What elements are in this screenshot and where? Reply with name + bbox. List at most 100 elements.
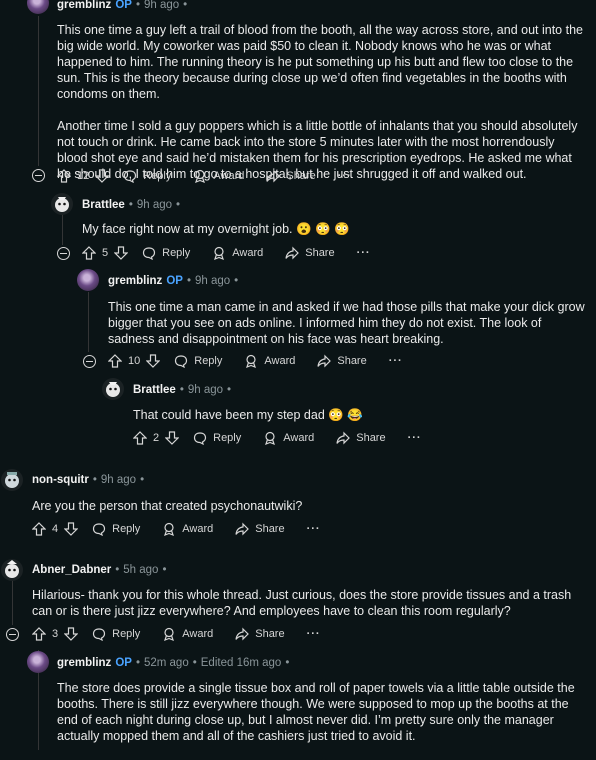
downvote-icon[interactable] <box>95 169 110 183</box>
timestamp[interactable]: 9h ago <box>101 474 136 486</box>
downvote-icon[interactable] <box>165 431 180 445</box>
author-name[interactable]: Brattlee <box>82 199 125 211</box>
snoo-avatar-icon <box>55 197 69 212</box>
share-icon <box>317 354 332 368</box>
more-options-button[interactable]: ··· <box>389 355 403 367</box>
timestamp[interactable]: 9h ago <box>188 384 223 396</box>
edited-label: Edited 16m ago <box>200 657 282 669</box>
vote-control: 5 <box>82 246 129 260</box>
award-button[interactable]: Award <box>162 627 213 641</box>
award-icon <box>164 627 175 641</box>
upvote-icon[interactable] <box>133 431 147 445</box>
comment-meta: Brattlee • 9h ago • <box>133 384 232 396</box>
author-name[interactable]: gremblinz <box>108 275 162 287</box>
comment-actions: 4 Reply Award Share ··· <box>32 519 321 539</box>
collapse-thread-button[interactable] <box>32 169 45 182</box>
timestamp[interactable]: 5h ago <box>123 564 158 576</box>
comment-actions: 5 Reply Award Share ··· <box>82 243 371 263</box>
vote-count: 10 <box>128 355 141 367</box>
reply-button[interactable]: Reply <box>92 627 140 641</box>
thread-line <box>12 580 13 625</box>
award-button[interactable]: Award <box>193 169 244 183</box>
award-icon <box>195 169 206 183</box>
avatar[interactable] <box>27 0 49 14</box>
more-options-button[interactable]: ··· <box>307 523 321 535</box>
upvote-icon[interactable] <box>108 354 122 368</box>
reply-button[interactable]: Reply <box>174 354 222 368</box>
collapse-thread-button[interactable] <box>83 355 96 368</box>
downvote-icon[interactable] <box>64 522 79 536</box>
vote-control: 4 <box>32 522 79 536</box>
author-name[interactable]: Abner_Dabner <box>32 564 111 576</box>
share-icon <box>336 431 351 445</box>
downvote-icon[interactable] <box>114 246 129 260</box>
avatar[interactable] <box>51 193 73 215</box>
award-icon <box>246 354 257 368</box>
author-name[interactable]: Brattlee <box>133 384 176 396</box>
vote-count: 12 <box>77 170 90 182</box>
timestamp[interactable]: 9h ago <box>137 199 172 211</box>
more-options-button[interactable]: ··· <box>307 628 321 640</box>
reply-button[interactable]: Reply <box>193 431 241 445</box>
vote-control: 2 <box>133 431 180 445</box>
vote-count: 5 <box>102 247 109 259</box>
more-options-button[interactable]: ··· <box>408 432 422 444</box>
share-button[interactable]: Share <box>235 522 285 536</box>
share-icon <box>285 246 300 260</box>
snoo-avatar-icon <box>106 382 120 397</box>
author-name[interactable]: gremblinz <box>57 657 111 669</box>
award-button[interactable]: Award <box>162 522 213 536</box>
reply-button[interactable]: Reply <box>123 169 171 183</box>
reply-icon <box>93 628 106 641</box>
reply-icon <box>143 247 156 260</box>
collapse-thread-button[interactable] <box>6 628 19 641</box>
comment-actions: 10 Reply Award Share ··· <box>108 351 403 371</box>
op-badge: OP <box>115 657 132 669</box>
more-options-button[interactable]: ··· <box>338 170 352 182</box>
avatar[interactable] <box>77 269 99 291</box>
award-button[interactable]: Award <box>244 354 295 368</box>
more-options-button[interactable]: ··· <box>357 247 371 259</box>
reply-icon <box>194 432 207 445</box>
share-icon <box>266 169 281 183</box>
reply-button[interactable]: Reply <box>92 522 140 536</box>
author-name[interactable]: non-squitr <box>32 474 89 486</box>
reply-button[interactable]: Reply <box>142 246 190 260</box>
share-button[interactable]: Share <box>235 627 285 641</box>
share-button[interactable]: Share <box>266 169 316 183</box>
op-badge: OP <box>115 0 132 11</box>
collapse-thread-button[interactable] <box>57 247 70 260</box>
avatar[interactable] <box>1 559 23 581</box>
share-button[interactable]: Share <box>317 354 367 368</box>
upvote-icon[interactable] <box>57 169 71 183</box>
share-button[interactable]: Share <box>336 431 386 445</box>
avatar[interactable] <box>1 469 23 491</box>
award-button[interactable]: Award <box>212 246 263 260</box>
reply-icon <box>175 355 188 368</box>
avatar[interactable] <box>102 378 124 400</box>
avatar[interactable] <box>27 651 49 673</box>
comment-meta: gremblinz OP • 52m ago • Edited 16m ago … <box>57 657 290 669</box>
timestamp[interactable]: 52m ago <box>144 657 189 669</box>
share-button[interactable]: Share <box>285 246 335 260</box>
vote-control: 3 <box>32 627 79 641</box>
downvote-icon[interactable] <box>146 354 161 368</box>
vote-count: 4 <box>52 523 59 535</box>
vote-control: 10 <box>108 354 161 368</box>
author-name[interactable]: gremblinz <box>57 0 111 11</box>
upvote-icon[interactable] <box>82 246 96 260</box>
snoo-avatar-icon <box>5 472 19 488</box>
upvote-icon[interactable] <box>32 522 46 536</box>
comment-meta: Abner_Dabner • 5h ago • <box>32 564 167 576</box>
award-icon <box>164 522 175 536</box>
thread-line <box>38 16 39 166</box>
award-button[interactable]: Award <box>263 431 314 445</box>
comment-actions: 12 Reply Award Share ··· <box>57 166 352 186</box>
timestamp[interactable]: 9h ago <box>195 275 230 287</box>
share-icon <box>235 627 250 641</box>
vote-control: 12 <box>57 169 110 183</box>
timestamp[interactable]: 9h ago <box>144 0 179 11</box>
comment-actions: 3 Reply Award Share ··· <box>32 624 321 644</box>
downvote-icon[interactable] <box>64 627 79 641</box>
upvote-icon[interactable] <box>32 627 46 641</box>
